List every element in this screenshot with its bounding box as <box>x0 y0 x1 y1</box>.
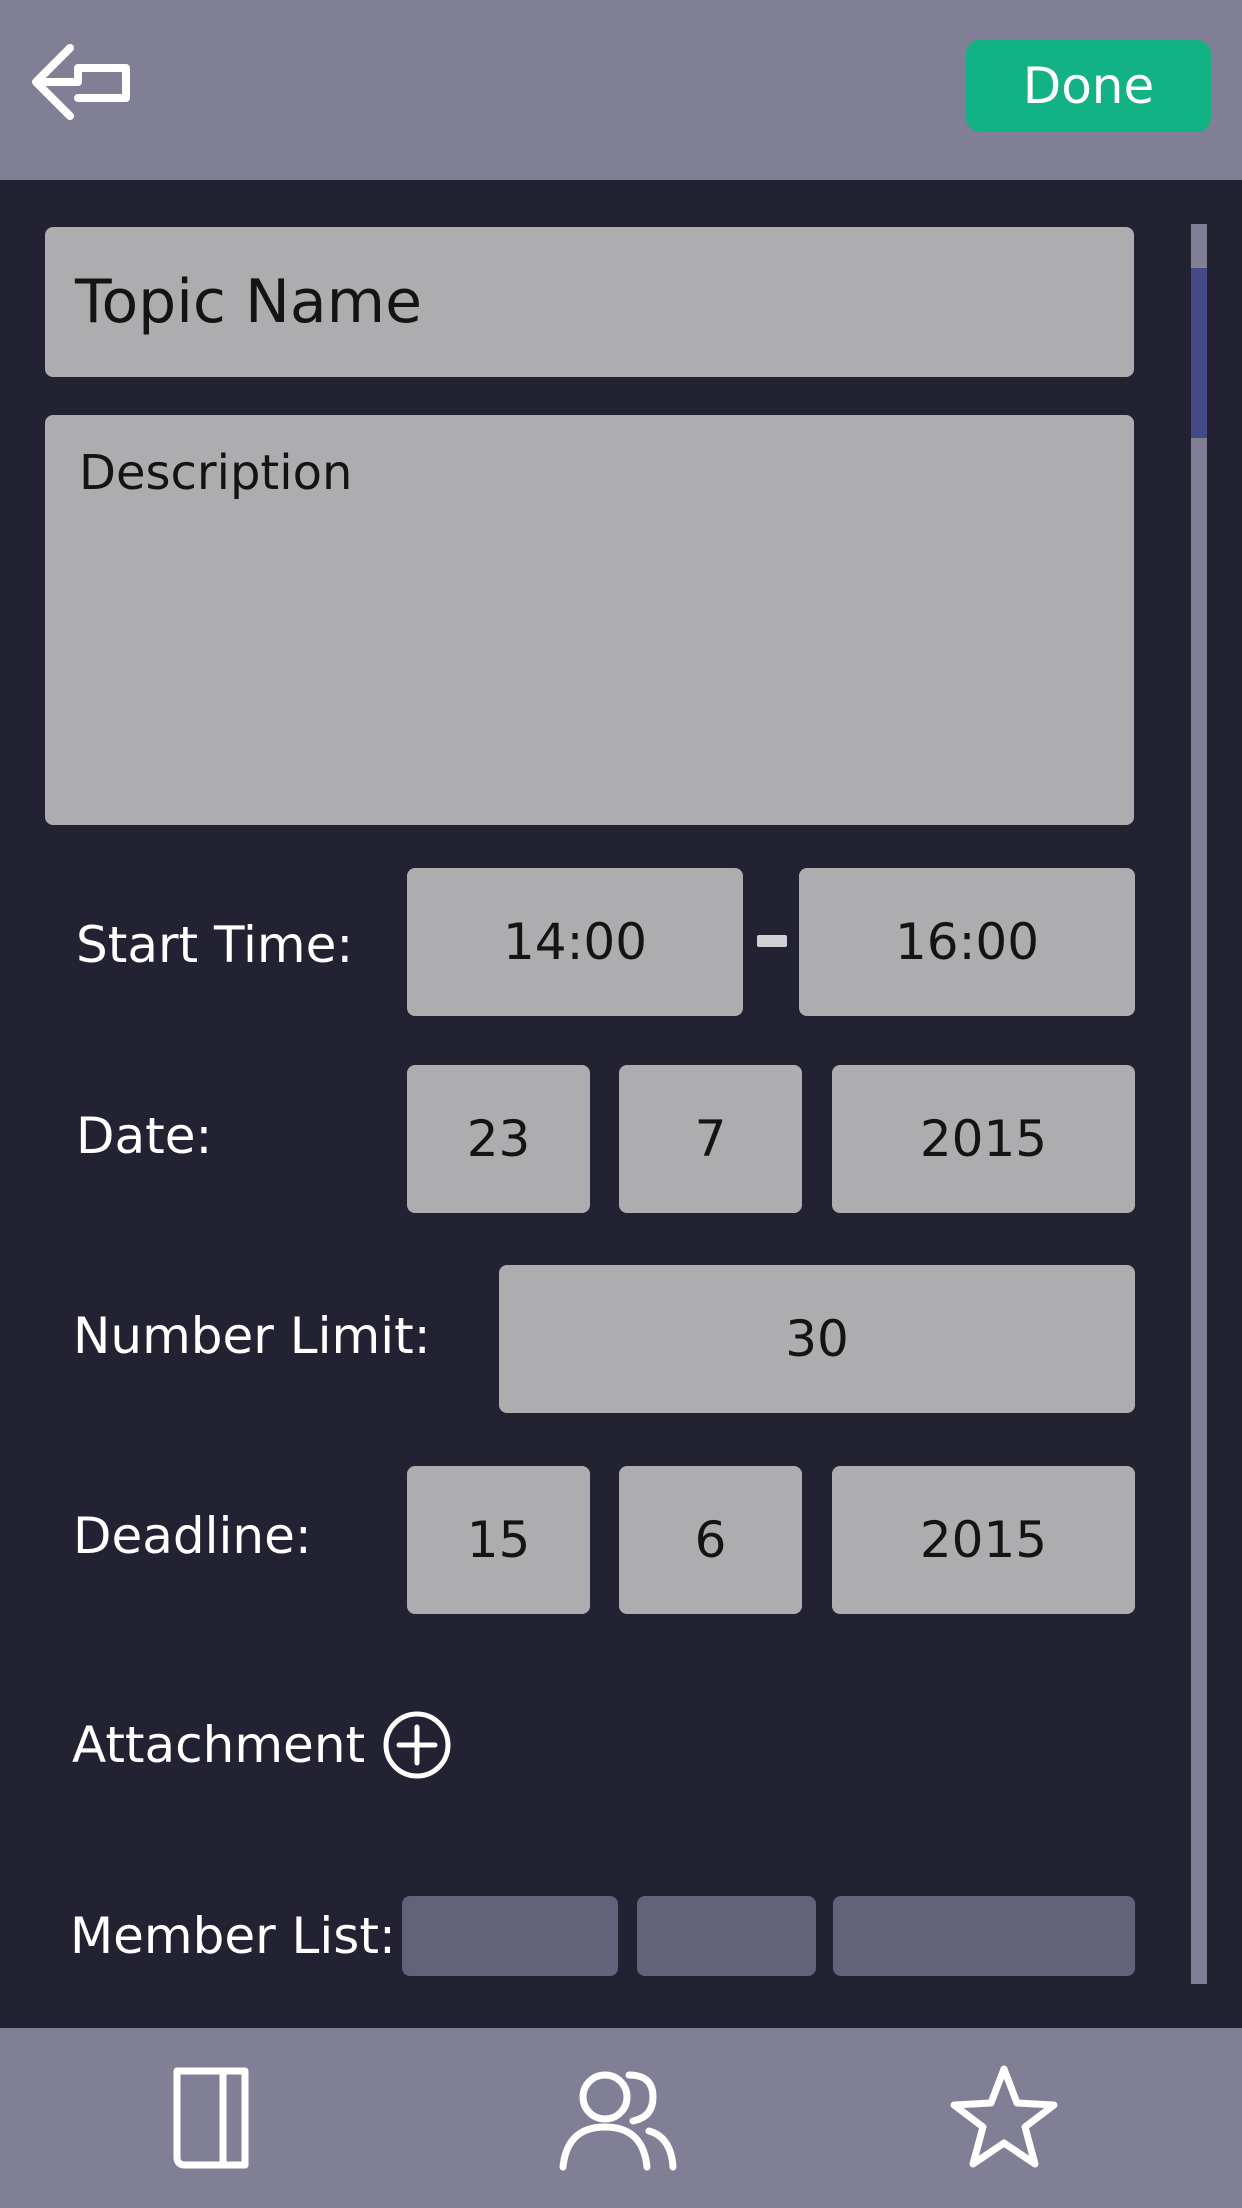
date-year-field[interactable]: 2015 <box>832 1065 1135 1213</box>
description-input[interactable]: Description <box>45 415 1134 825</box>
member-slot[interactable] <box>637 1896 816 1976</box>
start-time-to-field[interactable]: 16:00 <box>799 868 1135 1016</box>
star-icon <box>950 2065 1058 2168</box>
start-time-label: Start Time: <box>76 916 354 974</box>
date-month-field[interactable]: 7 <box>619 1065 802 1213</box>
tab-people[interactable] <box>548 2048 688 2188</box>
tab-notebook[interactable] <box>142 2048 282 2188</box>
member-slot[interactable] <box>833 1896 1135 1976</box>
date-day-field[interactable]: 23 <box>407 1065 590 1213</box>
scrollbar-thumb[interactable] <box>1191 268 1207 438</box>
done-button[interactable]: Done <box>966 40 1211 132</box>
deadline-month-field[interactable]: 6 <box>619 1466 802 1614</box>
tab-favorites[interactable] <box>934 2048 1074 2188</box>
time-range-dash <box>757 935 787 947</box>
back-arrow-icon <box>32 44 130 120</box>
back-button[interactable] <box>28 36 138 136</box>
add-attachment-button[interactable] <box>382 1710 452 1780</box>
deadline-year-field[interactable]: 2015 <box>832 1466 1135 1614</box>
attachment-label: Attachment <box>72 1716 366 1774</box>
member-slot[interactable] <box>402 1896 618 1976</box>
topic-name-input[interactable]: Topic Name <box>45 227 1134 377</box>
notebook-icon <box>173 2067 249 2169</box>
scrollbar-track[interactable] <box>1191 224 1207 1984</box>
add-circle-icon <box>383 1711 451 1779</box>
member-list-label: Member List: <box>70 1907 396 1965</box>
people-icon <box>559 2071 677 2171</box>
number-limit-field[interactable]: 30 <box>499 1265 1135 1413</box>
number-limit-label: Number Limit: <box>73 1307 431 1365</box>
deadline-label: Deadline: <box>73 1507 312 1565</box>
deadline-day-field[interactable]: 15 <box>407 1466 590 1614</box>
start-time-from-field[interactable]: 14:00 <box>407 868 743 1016</box>
date-label: Date: <box>76 1107 213 1165</box>
